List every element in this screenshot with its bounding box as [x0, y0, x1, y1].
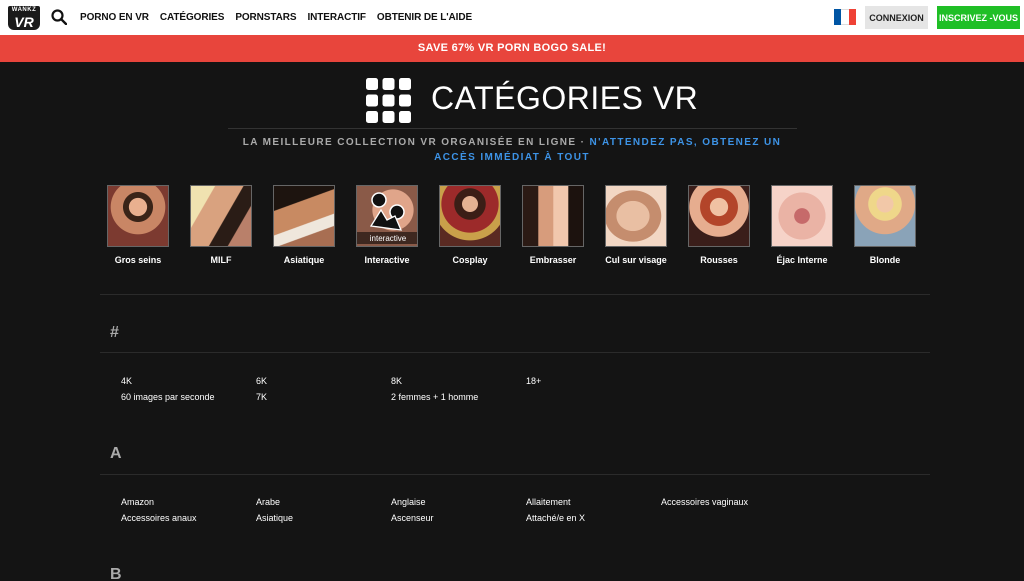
category-thumbnail [771, 185, 833, 247]
category-link[interactable]: Arabe [256, 497, 280, 507]
tagline-text: LA MEILLEURE COLLECTION VR ORGANISÉE EN … [242, 137, 590, 148]
featured-categories: Gros seins MILF Asiatique interactive In… [100, 185, 930, 270]
category-link[interactable]: Anglaise [391, 497, 426, 507]
nav-pornstars[interactable]: PORNSTARS [235, 12, 296, 23]
category-link[interactable]: 2 femmes + 1 homme [391, 392, 478, 402]
nav-categories[interactable]: CATÉGORIES [160, 12, 224, 23]
featured-category-label: Embrasser [529, 255, 577, 265]
featured-category[interactable]: Blonde [845, 185, 925, 265]
category-thumbnail [605, 185, 667, 247]
category-link[interactable]: Ascenseur [391, 513, 434, 523]
featured-category-label: Gros seins [114, 255, 162, 265]
category-link[interactable]: Accessoires anaux [121, 513, 197, 523]
nav-help[interactable]: OBTENIR DE L'AIDE [377, 12, 472, 23]
category-thumbnail [439, 185, 501, 247]
login-button[interactable]: CONNEXION [865, 6, 928, 29]
featured-category[interactable]: Embrasser [513, 185, 593, 265]
category-link[interactable]: 6K [256, 376, 267, 386]
featured-category-label: MILF [210, 255, 232, 265]
category-thumbnail [522, 185, 584, 247]
section-divider [100, 474, 930, 475]
category-link[interactable]: 60 images par seconde [121, 392, 215, 402]
category-link[interactable]: Accessoires vaginaux [661, 497, 748, 507]
featured-category-label: Éjac Interne [776, 255, 828, 265]
promo-banner[interactable]: SAVE 67% VR PORN BOGO SALE! [0, 35, 1024, 62]
signup-button[interactable]: INSCRIVEZ -VOUS [937, 6, 1020, 29]
category-thumbnail [107, 185, 169, 247]
section-letter-b: B [110, 566, 122, 581]
category-link[interactable]: Asiatique [256, 513, 293, 523]
main-nav: PORNO EN VR CATÉGORIES PORNSTARS INTERAC… [80, 0, 483, 35]
featured-category[interactable]: Asiatique [264, 185, 344, 265]
category-link[interactable]: 7K [256, 392, 267, 402]
featured-category[interactable]: Cul sur visage [596, 185, 676, 265]
site-logo[interactable]: WANKZ VR [8, 6, 40, 30]
featured-category[interactable]: Éjac Interne [762, 185, 842, 265]
french-flag-icon[interactable] [834, 9, 856, 25]
featured-category[interactable]: Rousses [679, 185, 759, 265]
featured-category-label: Blonde [869, 255, 901, 265]
section-letter-hash: # [110, 324, 119, 341]
logo-main-text: VR [8, 14, 40, 30]
category-thumbnail: interactive [356, 185, 418, 247]
featured-category[interactable]: Gros seins [98, 185, 178, 265]
featured-category-label: Rousses [700, 255, 738, 265]
section-divider [100, 294, 930, 295]
featured-category-label: Cosplay [452, 255, 488, 265]
category-link[interactable]: 18+ [526, 376, 541, 386]
section-divider [100, 352, 930, 353]
page-title: CATÉGORIES VR [431, 80, 699, 116]
featured-category-label: Interactive [364, 255, 410, 265]
featured-category[interactable]: interactive Interactive [347, 185, 427, 265]
category-thumbnail [688, 185, 750, 247]
featured-category[interactable]: Cosplay [430, 185, 510, 265]
featured-category-label: Cul sur visage [605, 255, 667, 265]
top-navigation-bar: WANKZ VR PORNO EN VR CATÉGORIES PORNSTAR… [0, 0, 1024, 35]
category-link[interactable]: Amazon [121, 497, 154, 507]
title-divider [228, 128, 797, 129]
nav-interactif[interactable]: INTERACTIF [307, 12, 366, 23]
interactive-icon: interactive [357, 192, 417, 244]
category-thumbnail [273, 185, 335, 247]
logo-top-text: WANKZ [8, 6, 40, 14]
tagline: LA MEILLEURE COLLECTION VR ORGANISÉE EN … [230, 135, 794, 165]
nav-porno-en-vr[interactable]: PORNO EN VR [80, 12, 149, 23]
featured-category[interactable]: MILF [181, 185, 261, 265]
search-icon[interactable] [51, 9, 67, 25]
category-link[interactable]: 8K [391, 376, 402, 386]
grid-icon [366, 78, 411, 123]
category-link[interactable]: Allaitement [526, 497, 571, 507]
featured-category-label: Asiatique [283, 255, 325, 265]
category-thumbnail [854, 185, 916, 247]
category-link[interactable]: 4K [121, 376, 132, 386]
category-link[interactable]: Attaché/e en X [526, 513, 585, 523]
interactive-overlay-text: interactive [370, 234, 407, 243]
section-letter-a: A [110, 445, 122, 462]
category-thumbnail [190, 185, 252, 247]
